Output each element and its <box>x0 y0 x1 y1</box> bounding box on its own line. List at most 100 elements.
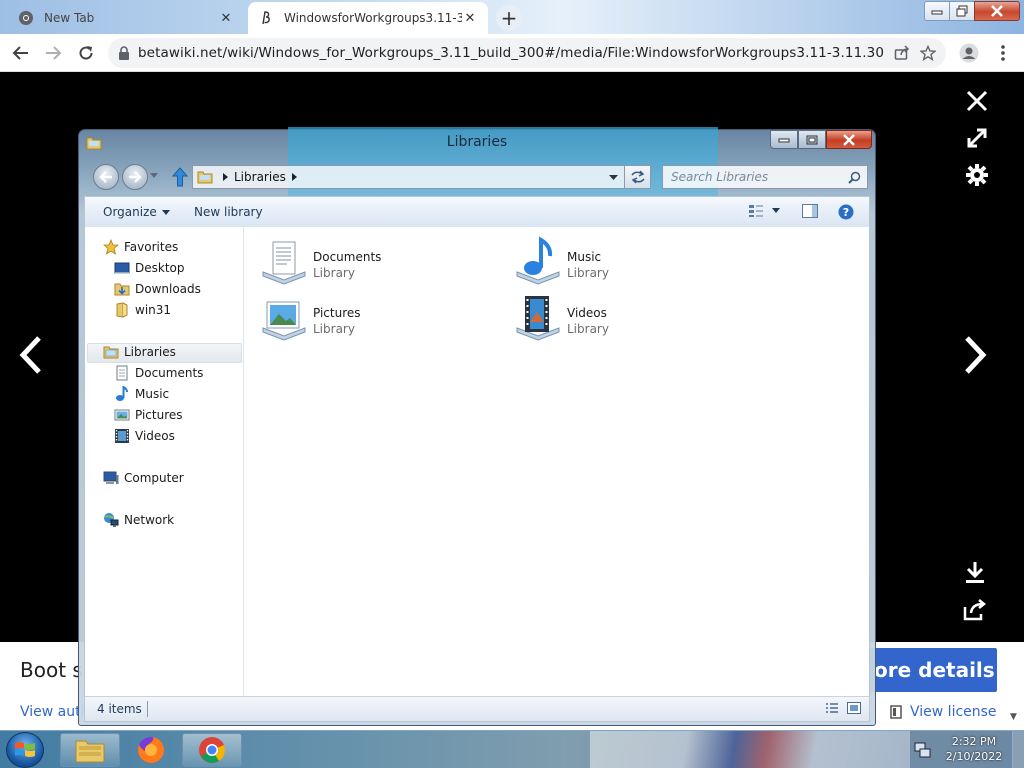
window-close-button[interactable] <box>974 1 1020 21</box>
breadcrumb-chevron-right-icon[interactable] <box>223 173 228 181</box>
organize-button[interactable]: Organize <box>103 205 170 219</box>
address-history-chevron-down-icon[interactable] <box>609 175 618 181</box>
nav-computer[interactable]: Computer <box>103 468 184 488</box>
more-details-button[interactable]: ore details <box>860 648 997 692</box>
nav-item-win31[interactable]: win31 <box>114 300 171 320</box>
new-tab-button[interactable]: + <box>496 5 522 31</box>
library-tile-pictures[interactable]: Pictures Library <box>259 292 499 344</box>
view-license-link[interactable]: View license <box>890 704 997 720</box>
scroll-down-arrow-icon[interactable]: ▼ <box>1010 712 1017 722</box>
profile-avatar-icon[interactable] <box>958 42 980 64</box>
music-note-icon <box>116 386 128 401</box>
pictures-library-icon <box>262 301 306 341</box>
preview-pane-icon[interactable] <box>802 204 818 218</box>
nav-item-downloads[interactable]: Downloads <box>114 279 201 299</box>
browser-tab-strip: New Tab ✕ WindowsforWorkgroups3.11-3.1 ✕… <box>0 0 1024 34</box>
back-icon[interactable] <box>93 164 119 190</box>
forward-icon[interactable] <box>42 42 64 64</box>
share-icon[interactable] <box>894 45 910 61</box>
search-icon[interactable] <box>848 171 861 184</box>
status-bar: 4 items <box>84 696 870 722</box>
library-tile-music[interactable]: Music Library <box>513 236 753 288</box>
explorer-close-button[interactable] <box>826 130 872 149</box>
view-license-label: View license <box>910 704 997 720</box>
nav-item-label: Music <box>135 387 170 401</box>
tab-label: WindowsforWorkgroups3.11-3.1 <box>284 11 462 25</box>
library-tile-videos[interactable]: Videos Library <box>513 292 753 344</box>
view-options-chevron-down-icon[interactable] <box>772 208 780 213</box>
large-icons-view-icon[interactable] <box>847 702 861 714</box>
next-image-icon[interactable] <box>960 336 990 374</box>
libraries-folder-icon <box>197 170 213 184</box>
libraries-icon <box>103 346 119 359</box>
search-input[interactable]: Search Libraries <box>662 165 868 189</box>
explorer-maximize-button[interactable] <box>798 130 826 149</box>
wallpaper-behind-taskbar <box>590 731 910 768</box>
breadcrumb-chevron-right-icon[interactable] <box>291 173 297 181</box>
start-button[interactable] <box>6 732 44 768</box>
nav-item-label: Desktop <box>135 261 185 275</box>
music-library-icon <box>516 236 560 285</box>
close-icon[interactable] <box>962 86 992 116</box>
nav-item-videos[interactable]: Videos <box>114 426 175 446</box>
downloads-folder-icon <box>114 283 130 296</box>
library-type: Library <box>313 322 355 336</box>
nav-network-label: Network <box>124 513 175 527</box>
desktop-icon <box>114 262 130 274</box>
download-icon[interactable] <box>960 557 990 587</box>
explorer-content: Favorites Desktop Downloads win31 Librar… <box>84 227 870 696</box>
gear-icon[interactable] <box>962 160 992 190</box>
network-tray-icon[interactable] <box>914 741 932 759</box>
up-arrow-icon[interactable] <box>172 167 188 187</box>
chrome-icon <box>18 10 34 26</box>
browser-menu-icon[interactable] <box>992 42 1014 64</box>
nav-item-desktop[interactable]: Desktop <box>114 258 185 278</box>
library-tile-documents[interactable]: Documents Library <box>259 236 499 288</box>
address-breadcrumb[interactable]: Libraries <box>192 165 651 189</box>
details-view-icon[interactable] <box>825 702 839 714</box>
reload-icon[interactable] <box>75 42 97 64</box>
breadcrumb-libraries[interactable]: Libraries <box>234 170 286 184</box>
share-icon[interactable] <box>960 595 990 625</box>
nav-item-pictures[interactable]: Pictures <box>114 405 183 425</box>
nav-item-music[interactable]: Music <box>114 384 169 404</box>
recent-pages-chevron-down-icon[interactable] <box>150 173 158 179</box>
address-bar[interactable]: betawiki.net/wiki/Windows_for_Workgroups… <box>108 38 946 68</box>
url-text[interactable]: betawiki.net/wiki/Windows_for_Workgroups… <box>138 45 884 61</box>
network-globe-icon <box>104 513 119 527</box>
fullscreen-icon[interactable] <box>962 123 992 153</box>
system-clock[interactable]: 2:32 PM 2/10/2022 <box>944 734 1004 764</box>
refresh-button[interactable] <box>624 165 651 189</box>
new-library-button[interactable]: New library <box>194 205 263 219</box>
tab-close-icon[interactable]: ✕ <box>218 10 234 26</box>
forward-icon[interactable] <box>122 164 148 190</box>
taskbar-explorer[interactable] <box>60 733 120 767</box>
nav-network[interactable]: Network <box>103 510 174 530</box>
nav-favorites[interactable]: Favorites <box>103 237 178 257</box>
videos-library-icon <box>516 296 560 341</box>
nav-libraries[interactable]: Libraries <box>103 342 176 362</box>
nav-item-documents[interactable]: Documents <box>114 363 203 383</box>
bookmark-star-icon[interactable] <box>920 45 936 61</box>
taskbar-chrome[interactable] <box>182 733 242 767</box>
svg-text:?: ? <box>843 206 849 219</box>
explorer-minimize-button[interactable] <box>770 130 798 149</box>
show-desktop-button[interactable] <box>1012 731 1024 768</box>
window-minimize-button[interactable] <box>924 1 950 21</box>
window-title: Libraries <box>446 134 508 150</box>
tab-new-tab[interactable]: New Tab ✕ <box>8 2 244 34</box>
change-view-icon[interactable] <box>748 204 764 218</box>
previous-image-icon[interactable] <box>16 336 46 374</box>
organize-label: Organize <box>103 205 157 219</box>
lock-icon[interactable] <box>118 46 130 60</box>
window-restore-button[interactable] <box>949 1 975 21</box>
taskbar-firefox[interactable] <box>121 733 181 767</box>
tab-label: New Tab <box>44 11 95 25</box>
nav-libraries-label: Libraries <box>124 345 176 359</box>
help-icon[interactable]: ? <box>838 204 854 220</box>
tab-close-icon[interactable]: ✕ <box>462 10 478 26</box>
clock-time: 2:32 PM <box>951 735 997 748</box>
tab-betawiki[interactable]: WindowsforWorkgroups3.11-3.1 ✕ <box>248 2 488 34</box>
taskbar: 2:32 PM 2/10/2022 <box>0 730 1024 768</box>
back-icon[interactable] <box>10 42 32 64</box>
